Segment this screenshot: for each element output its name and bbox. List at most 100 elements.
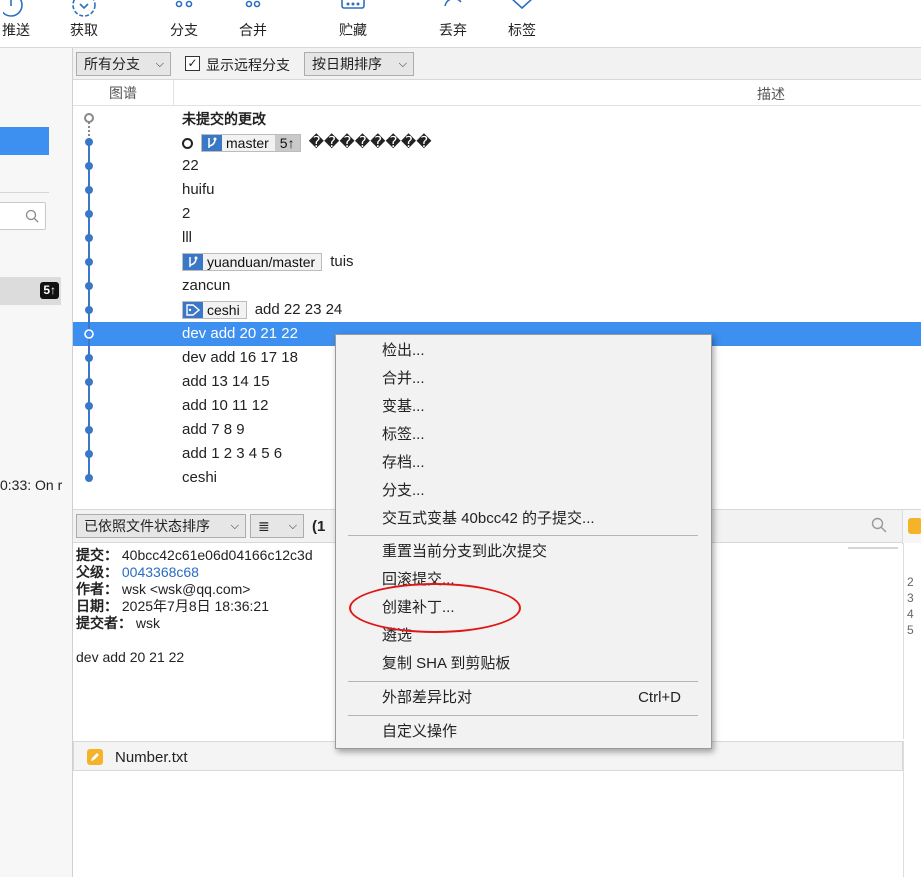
- sort-select[interactable]: 按日期排序 ⌵: [304, 52, 414, 76]
- commit-row[interactable]: 22: [73, 154, 921, 178]
- commit-row[interactable]: huifu: [73, 178, 921, 202]
- commit-row[interactable]: yuanduan/master tuis: [73, 250, 921, 274]
- sort-value: 按日期排序: [312, 56, 382, 72]
- menu-separator: [348, 535, 698, 536]
- branch-icon: [202, 135, 222, 152]
- show-remote-checkbox[interactable]: ✓: [185, 56, 200, 71]
- menu-item-label: 变基...: [382, 398, 425, 415]
- commit-subject: ��������: [308, 134, 432, 151]
- commit-message: add 10 11 12: [182, 397, 268, 414]
- file-count: (1: [312, 518, 326, 535]
- description-column-header[interactable]: 描述: [757, 84, 785, 104]
- menu-item-external-diff[interactable]: 外部差异比对 Ctrl+D: [336, 685, 711, 711]
- discard-button[interactable]: 丢弃: [433, 0, 473, 48]
- commit-row[interactable]: 未提交的更改: [73, 106, 921, 130]
- ref-label[interactable]: master 5↑: [201, 134, 301, 153]
- commit-subject: add 1 2 3 4 5 6: [182, 445, 283, 462]
- commit-list-header: 图谱 描述: [73, 80, 921, 106]
- line-number: 3: [907, 591, 914, 605]
- menu-item-label: 存档...: [382, 454, 425, 471]
- app-window: 推送 获取 分支 合并 贮藏 丢弃 标签 5↑ 0:33: On r 所有分支 …: [0, 0, 921, 877]
- graph-node: [85, 298, 93, 322]
- commit-subject: add 7 8 9: [182, 421, 245, 438]
- ahead-count-badge: 5↑: [274, 135, 300, 152]
- commit-row[interactable]: lll: [73, 226, 921, 250]
- push-icon: [3, 0, 23, 17]
- chevron-down-icon: ⌵: [155, 58, 164, 70]
- branch-button[interactable]: 分支: [164, 0, 204, 48]
- menu-item-merge[interactable]: 合并...: [336, 366, 711, 392]
- ref-label[interactable]: ceshi: [182, 301, 247, 320]
- fetch-button[interactable]: 获取: [64, 0, 104, 48]
- splitter[interactable]: [848, 547, 898, 549]
- diff-line-numbers: 2 3 4 5: [903, 543, 921, 739]
- chevron-down-icon: ⌵: [288, 520, 297, 532]
- graph-node: [85, 154, 93, 178]
- file-diff-view: [73, 771, 921, 877]
- search-icon[interactable]: [871, 517, 887, 533]
- branch-filter-select[interactable]: 所有分支 ⌵: [76, 52, 171, 76]
- file-tab-label: Number.txt: [115, 749, 188, 766]
- push-button[interactable]: 推送: [0, 0, 32, 48]
- menu-separator: [348, 715, 698, 716]
- commit-context-menu: 检出... 合并... 变基... 标签... 存档... 分支... 交互式变…: [335, 334, 712, 749]
- tag-icon: [512, 0, 532, 10]
- menu-item-branch[interactable]: 分支...: [336, 478, 711, 504]
- menu-item-label: 交互式变基 40bcc42 的子提交...: [382, 510, 595, 527]
- commit-message: 2: [182, 205, 190, 222]
- menu-item-rebase[interactable]: 变基...: [336, 394, 711, 420]
- ref-name: master: [226, 135, 269, 152]
- list-view-icon: ≣: [258, 518, 270, 534]
- stash-icon: [341, 0, 365, 9]
- commit-subject: lll: [182, 229, 192, 246]
- menu-item-checkout[interactable]: 检出...: [336, 338, 711, 364]
- parent-label: 父级：: [76, 564, 118, 580]
- sidebar-item-master[interactable]: 5↑: [0, 277, 61, 305]
- tag-label: 标签: [508, 22, 536, 38]
- highlight-annotation: [349, 583, 521, 633]
- menu-item-copy-sha[interactable]: 复制 SHA 到剪贴板: [336, 651, 711, 677]
- menu-item-archive[interactable]: 存档...: [336, 450, 711, 476]
- menu-item-interactive-rebase[interactable]: 交互式变基 40bcc42 的子提交...: [336, 506, 711, 532]
- commit-message: 未提交的更改: [182, 109, 266, 129]
- ref-name: ceshi: [207, 302, 240, 319]
- branch-icon: [175, 0, 193, 8]
- view-mode-select[interactable]: ≣ ⌵: [250, 514, 304, 538]
- stash-button[interactable]: 贮藏: [333, 0, 373, 48]
- ahead-badge: 5↑: [40, 282, 59, 299]
- toolbar: 推送 获取 分支 合并 贮藏 丢弃 标签: [0, 0, 921, 48]
- sha-value: 40bcc42c61e06d04166c12c3d: [121, 547, 313, 563]
- commit-row[interactable]: master 5↑ ��������: [73, 130, 921, 154]
- menu-item-label: 检出...: [382, 342, 425, 359]
- menu-item-label: 外部差异比对: [382, 689, 473, 706]
- commit-message: add 13 14 15: [182, 373, 270, 390]
- chevron-down-icon: ⌵: [230, 520, 239, 532]
- commit-message: dev add 20 21 22: [76, 649, 185, 665]
- checkmark-icon: ✓: [187, 56, 198, 70]
- menu-item-label: 自定义操作: [382, 723, 458, 740]
- menu-item-tag[interactable]: 标签...: [336, 422, 711, 448]
- menu-item-reset[interactable]: 重置当前分支到此次提交: [336, 539, 711, 565]
- file-sort-select[interactable]: 已依照文件状态排序 ⌵: [76, 514, 246, 538]
- commit-row[interactable]: zancun: [73, 274, 921, 298]
- tag-button[interactable]: 标签: [502, 0, 542, 48]
- commit-row[interactable]: 2: [73, 202, 921, 226]
- graph-node: [85, 250, 93, 274]
- graph-node: [85, 226, 93, 250]
- sidebar-search-input[interactable]: [0, 202, 46, 230]
- branch-icon: [183, 254, 203, 271]
- sidebar-selected-item[interactable]: [0, 127, 49, 155]
- menu-item-custom-action[interactable]: 自定义操作: [336, 719, 711, 745]
- commit-row[interactable]: ceshi add 22 23 24: [73, 298, 921, 322]
- commit-subject: dev add 16 17 18: [182, 349, 298, 366]
- commit-message: ceshi add 22 23 24: [182, 301, 342, 320]
- commit-message: dev add 20 21 22: [182, 325, 298, 342]
- parent-link[interactable]: 0043368c68: [122, 564, 199, 580]
- committer-value: wsk: [135, 615, 161, 631]
- merge-button[interactable]: 合并: [233, 0, 273, 48]
- discard-label: 丢弃: [439, 22, 467, 38]
- ref-label[interactable]: yuanduan/master: [182, 253, 323, 272]
- graph-column-header[interactable]: 图谱: [73, 80, 174, 106]
- line-number: 5: [907, 623, 914, 637]
- commit-subject: add 13 14 15: [182, 373, 270, 390]
